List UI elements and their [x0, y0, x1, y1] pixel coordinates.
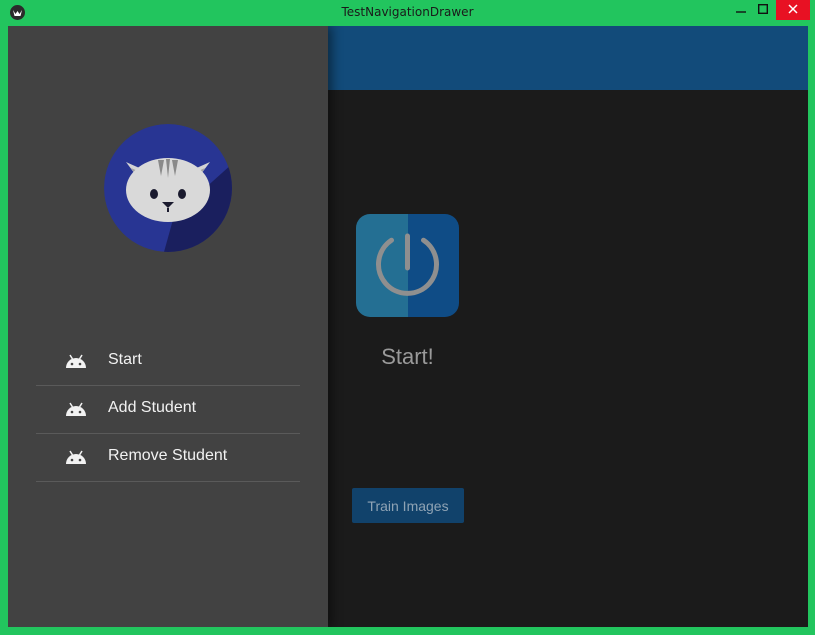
- app-client-area: Start! Train Images Start Add Student Re…: [8, 26, 808, 627]
- close-button[interactable]: [776, 0, 810, 20]
- power-icon[interactable]: [356, 214, 459, 317]
- maximize-button[interactable]: [754, 0, 772, 20]
- minimize-icon: [736, 3, 746, 17]
- drawer-item-remove-student[interactable]: Remove Student: [36, 434, 300, 482]
- minimize-button[interactable]: [728, 0, 754, 20]
- navigation-drawer: Start Add Student Remove Student: [8, 26, 328, 627]
- drawer-item-label: Start: [108, 351, 142, 368]
- drawer-item-start[interactable]: Start: [36, 338, 300, 386]
- drawer-item-label: Remove Student: [108, 447, 228, 464]
- cat-avatar-icon: [104, 124, 232, 252]
- android-icon: [65, 450, 87, 466]
- app-toolbar: [328, 26, 808, 90]
- window-titlebar: TestNavigationDrawer: [0, 0, 815, 26]
- window-title: TestNavigationDrawer: [341, 5, 474, 19]
- drawer-item-label: Add Student: [108, 399, 197, 416]
- close-icon: [788, 2, 798, 18]
- start-label: Start!: [381, 344, 434, 369]
- drawer-nav-list: Start Add Student Remove Student: [36, 338, 300, 482]
- main-content: Start! Train Images: [328, 90, 808, 627]
- android-icon: [65, 402, 87, 418]
- android-icon: [65, 354, 87, 370]
- drawer-item-add-student[interactable]: Add Student: [36, 386, 300, 434]
- maximize-icon: [757, 3, 769, 17]
- train-images-button[interactable]: Train Images: [352, 488, 464, 523]
